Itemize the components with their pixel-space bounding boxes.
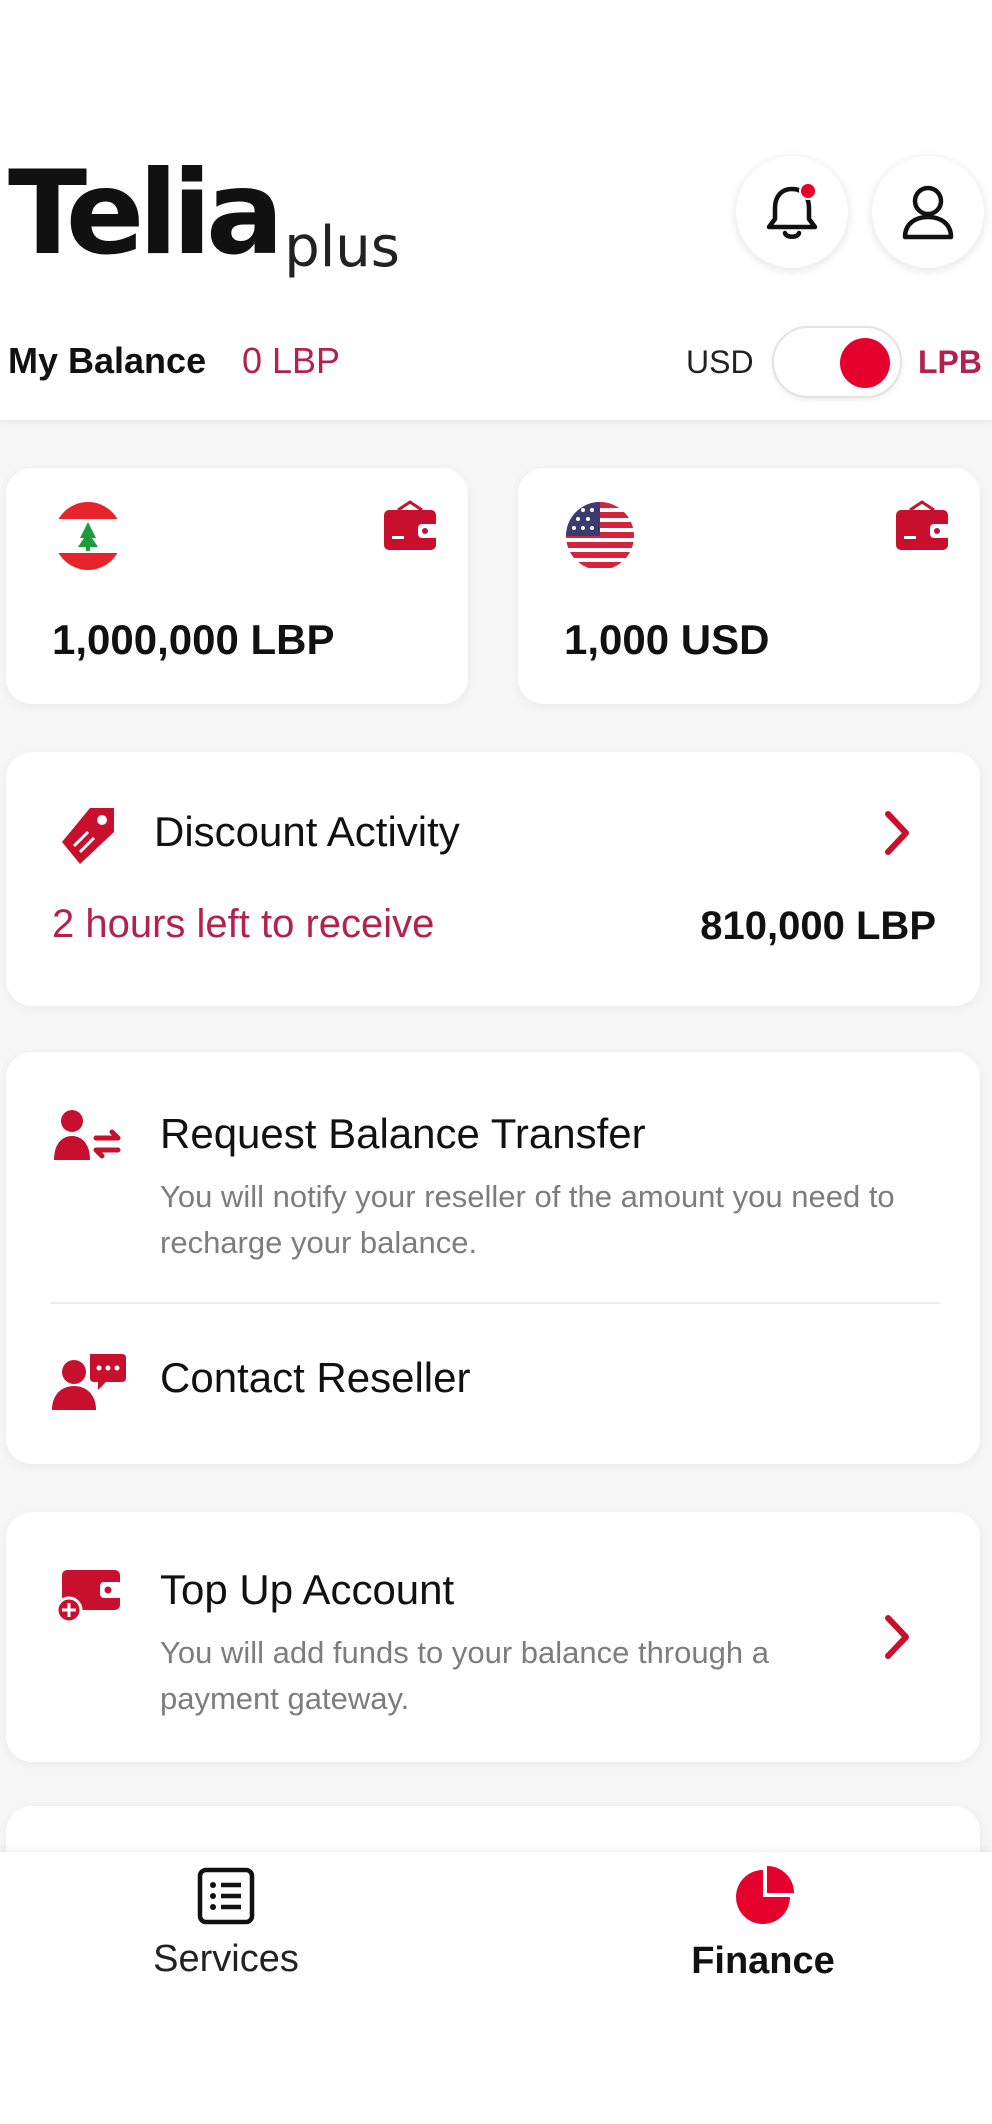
request-transfer-title[interactable]: Request Balance Transfer [160, 1110, 646, 1158]
user-icon [902, 185, 954, 240]
profile-button[interactable] [872, 156, 984, 268]
wallet-amount: 1,000 USD [564, 616, 770, 663]
chevron-right-icon [885, 1615, 909, 1659]
wallet-icon [382, 500, 438, 559]
currency-toggle[interactable] [772, 326, 902, 398]
price-tag-icon [54, 802, 120, 873]
contact-chat-icon [52, 1352, 126, 1417]
user-transfer-icon [54, 1108, 124, 1169]
notification-button[interactable] [736, 156, 848, 268]
currency-lpb-label: LPB [918, 344, 982, 380]
divider [50, 1302, 940, 1304]
discount-activity-card[interactable]: Discount Activity 2 hours left to receiv… [6, 752, 980, 1006]
currency-usd-label: USD [686, 344, 754, 380]
telia-plus-logo: Telia plus [8, 142, 400, 281]
usa-flag-icon [566, 502, 634, 570]
top-up-description: You will add funds to your balance throu… [160, 1635, 769, 1716]
nav-finance[interactable]: Finance [633, 1866, 893, 2016]
nav-services[interactable]: Services [96, 1866, 356, 2016]
wallet-add-icon [55, 1568, 122, 1629]
request-transfer-description: You will notify your reseller of the amo… [160, 1179, 895, 1260]
logo-main-text: Telia [8, 146, 284, 281]
logo-sub-text: plus [284, 215, 400, 280]
wallet-card-usd[interactable]: 1,000 USD [518, 468, 980, 704]
bell-icon [766, 182, 818, 239]
chevron-right-icon [885, 811, 909, 855]
reseller-actions-card: Request Balance Transfer You will notify… [6, 1052, 980, 1464]
header-area: Telia plus My Balance 0 LBP USD LPB [0, 0, 992, 420]
discount-subtitle: 2 hours left to receive [52, 902, 435, 946]
toggle-knob [840, 338, 890, 388]
nav-services-label: Services [153, 1938, 299, 1980]
contact-reseller-title[interactable]: Contact Reseller [160, 1354, 470, 1402]
wallet-card-lbp[interactable]: 1,000,000 LBP [6, 468, 468, 704]
wallet-amount: 1,000,000 LBP [52, 616, 335, 663]
balance-label: My Balance [8, 340, 207, 381]
discount-title: Discount Activity [154, 808, 460, 855]
wallet-icon [894, 500, 950, 559]
top-up-account-card[interactable]: Top Up Account You will add funds to you… [6, 1512, 980, 1762]
discount-amount: 810,000 LBP [700, 904, 936, 948]
nav-finance-label: Finance [691, 1940, 835, 1982]
pie-chart-icon [736, 1866, 794, 1924]
list-icon [197, 1867, 255, 1925]
top-up-title: Top Up Account [160, 1566, 455, 1613]
balance-value: 0 LBP [242, 340, 341, 381]
bottom-navigation: Services Finance [0, 1852, 992, 2124]
lebanon-flag-icon [54, 502, 122, 570]
